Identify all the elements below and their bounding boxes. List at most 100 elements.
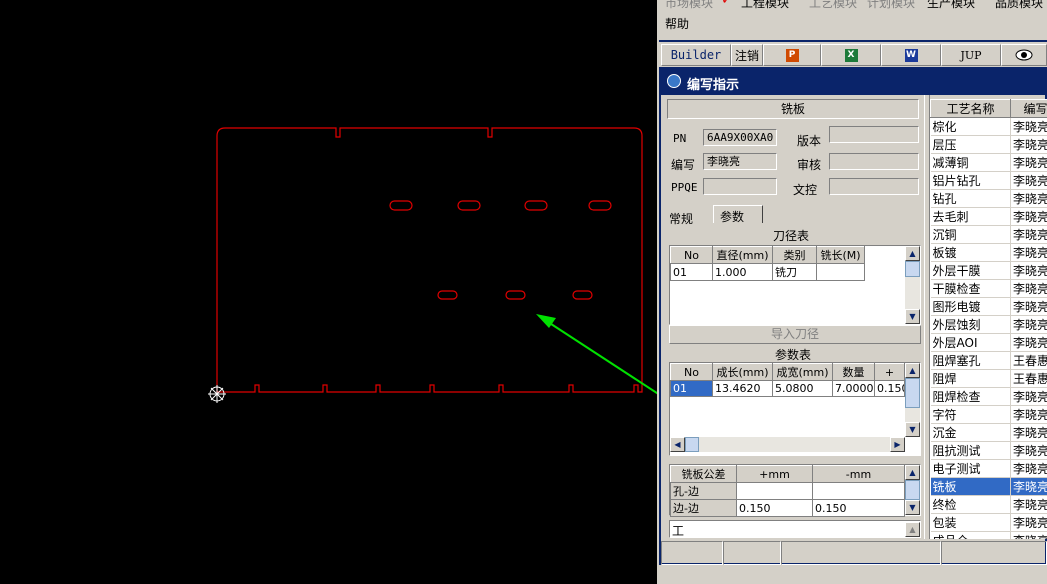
process-name-cell[interactable]: 减薄铜 xyxy=(930,153,1011,172)
process-name-cell[interactable]: 干膜检查 xyxy=(930,279,1011,298)
scroll-up-icon[interactable]: ▲ xyxy=(905,363,920,378)
cell[interactable]: 13.4620 xyxy=(712,380,773,397)
builder-button[interactable]: Builder xyxy=(661,44,731,66)
process-name-cell[interactable]: 包装 xyxy=(930,513,1011,532)
menu-market[interactable]: 市场模块 xyxy=(665,0,713,11)
process-author-cell[interactable]: 李晓亮 xyxy=(1010,423,1047,442)
process-name-cell[interactable]: 沉金 xyxy=(930,423,1011,442)
process-name-cell[interactable]: 钻孔 xyxy=(930,189,1011,208)
scroll-thumb[interactable] xyxy=(905,261,920,277)
process-author-cell[interactable]: 李晓亮 xyxy=(1010,477,1047,496)
process-row[interactable]: 终检 李晓亮 xyxy=(930,495,1047,514)
tool-table-scrollbar[interactable]: ▲ ▼ xyxy=(905,246,920,324)
process-author-cell[interactable]: 李晓亮 xyxy=(1010,153,1047,172)
process-row[interactable]: 阻焊检查 李晓亮 xyxy=(930,387,1047,406)
menu-engineering[interactable]: 工程模块 xyxy=(741,0,789,11)
process-row[interactable]: 字符 李晓亮 xyxy=(930,405,1047,424)
process-author-cell[interactable]: 李晓亮 xyxy=(1010,135,1047,154)
cell[interactable] xyxy=(736,482,813,500)
process-row[interactable]: 干膜检查 李晓亮 xyxy=(930,279,1047,298)
process-row[interactable]: 铝片钻孔 李晓亮 xyxy=(930,171,1047,190)
table-row[interactable]: 孔-边 xyxy=(670,482,905,500)
process-author-cell[interactable]: 李晓亮 xyxy=(1010,333,1047,352)
excel-button[interactable]: X xyxy=(821,44,881,66)
process-row[interactable]: 层压 李晓亮 xyxy=(930,135,1047,154)
process-name-cell[interactable]: 阻焊塞孔 xyxy=(930,351,1011,370)
process-row[interactable]: 阻抗测试 李晓亮 xyxy=(930,441,1047,460)
scroll-thumb[interactable] xyxy=(685,437,699,452)
cell[interactable]: 0.150 xyxy=(736,499,813,517)
menu-quality[interactable]: 品质模块 xyxy=(995,0,1043,11)
process-row[interactable]: 包装 李晓亮 xyxy=(930,513,1047,532)
process-row[interactable]: 成品仓李晓亮 xyxy=(930,531,1047,539)
process-author-cell[interactable]: 李晓亮 xyxy=(1010,459,1047,478)
process-name-cell[interactable]: 终检 xyxy=(930,495,1011,514)
process-author-cell[interactable]: 李晓亮 xyxy=(1010,261,1047,280)
process-row[interactable]: 阻焊塞孔 王春惠 xyxy=(930,351,1047,370)
process-author-cell[interactable]: 李晓亮 xyxy=(1010,531,1047,539)
ppqe-field[interactable] xyxy=(703,178,777,195)
cell[interactable]: 0.150 xyxy=(874,380,905,397)
process-name-cell[interactable]: 外层干膜 xyxy=(930,261,1011,280)
process-row[interactable]: 沉铜 李晓亮 xyxy=(930,225,1047,244)
cell[interactable]: 0.150 xyxy=(812,499,905,517)
cell[interactable]: 01 xyxy=(670,263,713,281)
process-author-cell[interactable]: 李晓亮 xyxy=(1010,495,1047,514)
process-row[interactable]: 外层蚀刻 李晓亮 xyxy=(930,315,1047,334)
process-name-cell[interactable]: 字符 xyxy=(930,405,1011,424)
cell[interactable]: 铣刀 xyxy=(772,263,817,281)
scroll-up-icon[interactable]: ▲ xyxy=(905,246,920,261)
process-name-cell[interactable]: 去毛刺 xyxy=(930,207,1011,226)
logout-button[interactable]: 注销 xyxy=(731,44,763,66)
process-author-cell[interactable]: 李晓亮 xyxy=(1010,315,1047,334)
process-author-cell[interactable]: 李晓亮 xyxy=(1010,207,1047,226)
menu-production[interactable]: 生产模块 xyxy=(927,0,975,11)
process-row[interactable]: 板镀 李晓亮 xyxy=(930,243,1047,262)
view-button[interactable] xyxy=(1001,44,1047,66)
process-name-cell[interactable]: 铣板 xyxy=(930,477,1011,496)
process-name-cell[interactable]: 层压 xyxy=(930,135,1011,154)
table-row[interactable]: 边-边 0.150 0.150 xyxy=(670,499,905,517)
table-row[interactable]: 01 13.4620 5.0800 7.0000 0.150 xyxy=(670,380,905,397)
process-row[interactable]: 沉金 李晓亮 xyxy=(930,423,1047,442)
cell[interactable]: 01 xyxy=(670,380,713,397)
process-author-cell[interactable]: 李晓亮 xyxy=(1010,297,1047,316)
scroll-down-icon[interactable]: ▼ xyxy=(905,309,920,324)
process-row[interactable]: 棕化 李晓亮 xyxy=(930,117,1047,136)
scroll-left-icon[interactable]: ◀ xyxy=(670,437,685,452)
author-field[interactable]: 李晓亮 xyxy=(703,153,777,170)
cell[interactable] xyxy=(816,263,865,281)
scroll-right-icon[interactable]: ▶ xyxy=(890,437,905,452)
review-field[interactable] xyxy=(829,153,919,170)
process-name-cell[interactable]: 外层蚀刻 xyxy=(930,315,1011,334)
process-row[interactable]: 图形电镀 李晓亮 xyxy=(930,297,1047,316)
process-author-cell[interactable]: 李晓亮 xyxy=(1010,189,1047,208)
process-author-cell[interactable]: 李晓亮 xyxy=(1010,405,1047,424)
process-name-cell[interactable]: 阻焊 xyxy=(930,369,1011,388)
process-row[interactable]: 外层干膜 李晓亮 xyxy=(930,261,1047,280)
process-row[interactable]: 钻孔 李晓亮 xyxy=(930,189,1047,208)
param-table-hscrollbar[interactable]: ◀ ▶ xyxy=(670,437,905,452)
scroll-thumb[interactable] xyxy=(905,480,920,500)
tab-params[interactable]: 参数 xyxy=(713,205,763,224)
process-author-cell[interactable]: 李晓亮 xyxy=(1010,279,1047,298)
process-author-cell[interactable]: 王春惠 xyxy=(1010,351,1047,370)
process-row[interactable]: 铣板 李晓亮 xyxy=(930,477,1047,496)
import-tool-button[interactable]: 导入刀径 xyxy=(669,325,921,344)
process-name-cell[interactable]: 阻抗测试 xyxy=(930,441,1011,460)
table-row[interactable]: 01 1.000 铣刀 xyxy=(670,263,865,281)
menu-process[interactable]: 工艺模块 xyxy=(809,0,857,11)
process-name-cell[interactable]: 外层AOI xyxy=(930,333,1011,352)
process-name-cell[interactable]: 图形电镀 xyxy=(930,297,1011,316)
tolerance-scrollbar[interactable]: ▲ ▼ xyxy=(905,465,920,515)
cell[interactable]: 7.0000 xyxy=(832,380,875,397)
process-name-cell[interactable]: 铝片钻孔 xyxy=(930,171,1011,190)
process-row[interactable]: 电子测试 李晓亮 xyxy=(930,459,1047,478)
process-name-cell[interactable]: 沉铜 xyxy=(930,225,1011,244)
process-name-cell[interactable]: 阻焊检查 xyxy=(930,387,1011,406)
process-author-cell[interactable]: 李晓亮 xyxy=(1010,513,1047,532)
scroll-down-icon[interactable]: ▼ xyxy=(905,500,920,515)
scroll-up-icon[interactable]: ▲ xyxy=(905,522,920,537)
process-row[interactable]: 外层AOI 李晓亮 xyxy=(930,333,1047,352)
scroll-down-icon[interactable]: ▼ xyxy=(905,422,920,437)
